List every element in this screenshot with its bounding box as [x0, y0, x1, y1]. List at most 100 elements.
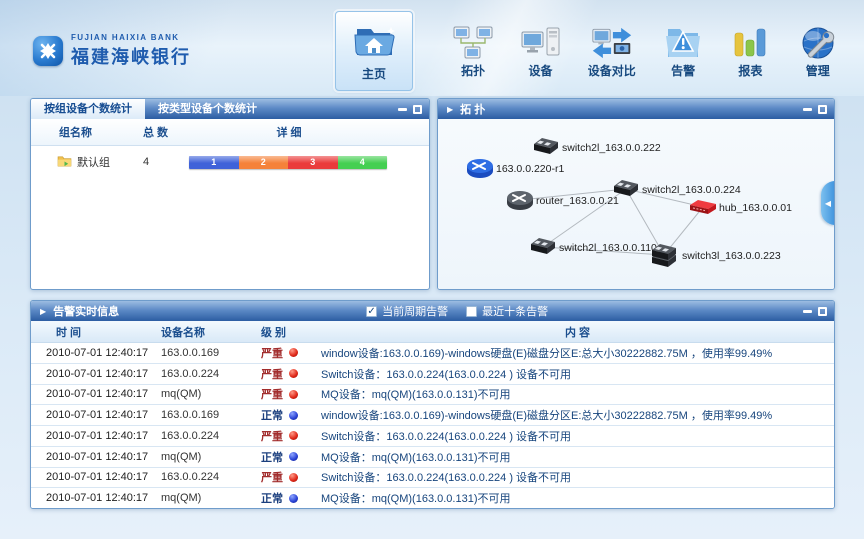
nav-item-report[interactable]: 报表 — [717, 14, 783, 92]
alarm-content: MQ设备：mq(QM)(163.0.0.131)不可用 — [321, 490, 834, 506]
topology-node-sw222[interactable]: switch2l_163.0.0.222 — [534, 138, 661, 154]
alarm-time: 2010-07-01 12:40:17 — [31, 430, 161, 442]
maximize-icon[interactable] — [818, 105, 827, 114]
alarm-device: mq(QM) — [161, 388, 261, 400]
column-time: 时 间 — [31, 324, 161, 340]
alarm-device: 163.0.0.224 — [161, 368, 261, 380]
nav-item-alarm[interactable]: 告警 — [650, 14, 716, 92]
column-total: 总 数 — [143, 124, 189, 140]
alarm-device: mq(QM) — [161, 451, 261, 463]
alarm-time: 2010-07-01 12:40:17 — [31, 409, 161, 421]
top-banner: FUJIAN HAIXIA BANK 福建海峡银行 主页 拓扑设备 设备对比告警报… — [0, 0, 864, 96]
alarm-level: 严重 — [261, 386, 321, 402]
alarm-device: 163.0.0.224 — [161, 471, 261, 483]
topology-node-sw224[interactable]: switch2l_163.0.0.224 — [614, 180, 741, 196]
topology-node-r220[interactable]: 163.0.0.220-r1 — [467, 159, 564, 178]
alarm-header: ▶ 告警实时信息 ✓ 当前周期告警 最近十条告警 — [31, 301, 834, 321]
alarm-device: 163.0.0.169 — [161, 409, 261, 421]
alarm-level: 正常 — [261, 407, 321, 423]
alarm-table-body: 2010-07-01 12:40:17163.0.0.169严重window设备… — [31, 343, 834, 508]
panel-collapse-handle[interactable]: ◀ — [821, 181, 835, 225]
group-table-header: 组名称 总 数 详 细 — [31, 119, 429, 146]
alarm-content: MQ设备：mq(QM)(163.0.0.131)不可用 — [321, 449, 834, 465]
alarm-level: 严重 — [261, 366, 321, 382]
alarm-level: 严重 — [261, 345, 321, 361]
nav-item-management[interactable]: 管理 — [785, 14, 851, 92]
alarm-row[interactable]: 2010-07-01 12:40:17163.0.0.169严重window设备… — [31, 343, 834, 364]
alarm-time: 2010-07-01 12:40:17 — [31, 471, 161, 483]
bar-segment: 4 — [338, 156, 388, 169]
svg-text:router_163.0.0.21: router_163.0.0.21 — [536, 195, 619, 207]
device-compare-icon — [591, 24, 633, 62]
topology-node-hub01[interactable]: hub_163.0.0.01 — [690, 200, 792, 214]
alarm-time: 2010-07-01 12:40:17 — [31, 388, 161, 400]
bar-segment: 2 — [239, 156, 289, 169]
panel-arrow-icon: ▶ — [447, 105, 453, 114]
alarm-folder-icon — [662, 24, 704, 62]
alarm-level: 严重 — [261, 428, 321, 444]
tab-type-stats[interactable]: 按类型设备个数统计 — [145, 99, 270, 119]
minimize-icon[interactable] — [803, 108, 812, 111]
group-stats-header: 按组设备个数统计 按类型设备个数统计 — [31, 99, 429, 119]
topology-canvas: switch2l_163.0.0.222 163.0.0.220-r1 router… — [438, 119, 834, 289]
svg-text:switch2l_163.0.0.110: switch2l_163.0.0.110 — [559, 242, 657, 254]
bank-brand: FUJIAN HAIXIA BANK 福建海峡银行 — [33, 33, 191, 69]
filter-current-cycle[interactable]: ✓ 当前周期告警 — [366, 303, 448, 319]
topology-header: ▶ 拓 扑 — [438, 99, 834, 119]
checkbox-last-ten[interactable] — [466, 306, 477, 317]
alarm-level: 正常 — [261, 449, 321, 465]
group-row[interactable]: 默认组41234 — [31, 146, 429, 178]
home-folder-icon — [351, 20, 397, 62]
maximize-icon[interactable] — [413, 105, 422, 114]
nav-item-devices[interactable]: 设备 — [507, 14, 573, 92]
alarm-row[interactable]: 2010-07-01 12:40:17mq(QM)严重MQ设备：mq(QM)(1… — [31, 385, 834, 406]
devices-icon — [520, 24, 562, 62]
alarm-row[interactable]: 2010-07-01 12:40:17mq(QM)正常MQ设备：mq(QM)(1… — [31, 447, 834, 468]
topology-node-sw223[interactable]: switch3l_163.0.0.223 — [652, 244, 781, 267]
nav-home-button[interactable]: 主页 — [335, 11, 413, 91]
filter-label: 最近十条告警 — [482, 303, 548, 319]
alarm-table-header: 时 间 设备名称 级 别 内 容 — [31, 321, 834, 343]
alarm-content: MQ设备：mq(QM)(163.0.0.131)不可用 — [321, 386, 834, 402]
minimize-icon[interactable] — [803, 310, 812, 313]
alarm-row[interactable]: 2010-07-01 12:40:17mq(QM)正常MQ设备：mq(QM)(1… — [31, 488, 834, 508]
panel-arrow-icon: ▶ — [40, 307, 46, 316]
status-sphere-icon — [289, 390, 298, 399]
checkbox-current-cycle[interactable]: ✓ — [366, 306, 377, 317]
nav-item-topology[interactable]: 拓扑 — [440, 14, 506, 92]
alarm-row[interactable]: 2010-07-01 12:40:17163.0.0.169正常window设备… — [31, 405, 834, 426]
alarm-title: 告警实时信息 — [53, 303, 119, 319]
alarm-level-text: 严重 — [261, 469, 283, 485]
nav-item-label: 设备 — [529, 62, 553, 79]
alarm-content: Switch设备：163.0.0.224(163.0.0.224 ) 设备不可用 — [321, 469, 834, 485]
alarm-device: 163.0.0.224 — [161, 430, 261, 442]
status-sphere-icon — [289, 431, 298, 440]
alarm-row[interactable]: 2010-07-01 12:40:17163.0.0.224严重 Switch设备… — [31, 468, 834, 489]
tab-group-stats[interactable]: 按组设备个数统计 — [31, 99, 145, 119]
alarm-time: 2010-07-01 12:40:17 — [31, 451, 161, 463]
alarm-content: window设备:163.0.0.169)-windows硬盘(E)磁盘分区E:… — [321, 407, 834, 423]
alarm-level-text: 严重 — [261, 366, 283, 382]
alarm-row[interactable]: 2010-07-01 12:40:17163.0.0.224严重Switch设备… — [31, 426, 834, 447]
group-folder-icon — [57, 155, 72, 170]
filter-label: 当前周期告警 — [382, 303, 448, 319]
nav-item-device-compare[interactable]: 设备对比 — [575, 14, 649, 92]
alarm-row[interactable]: 2010-07-01 12:40:17163.0.0.224严重Switch设备… — [31, 364, 834, 385]
column-device: 设备名称 — [161, 324, 261, 340]
topology-body: switch2l_163.0.0.222 163.0.0.220-r1 router… — [438, 119, 834, 289]
bank-logo-icon — [33, 36, 63, 66]
alarm-panel: ▶ 告警实时信息 ✓ 当前周期告警 最近十条告警 时 间 设备名称 级 别 内 … — [30, 300, 835, 509]
status-sphere-icon — [289, 369, 298, 378]
minimize-icon[interactable] — [398, 108, 407, 111]
column-detail: 详 细 — [189, 124, 389, 140]
topology-node-r21[interactable]: router_163.0.0.21 — [507, 191, 619, 210]
status-sphere-icon — [289, 494, 298, 503]
svg-text:switch2l_163.0.0.224: switch2l_163.0.0.224 — [642, 184, 741, 196]
nav-item-label: 报表 — [738, 62, 762, 79]
topology-node-sw110[interactable]: switch2l_163.0.0.110 — [531, 238, 657, 254]
alarm-time: 2010-07-01 12:40:17 — [31, 492, 161, 504]
svg-text:hub_163.0.0.01: hub_163.0.0.01 — [719, 202, 792, 214]
maximize-icon[interactable] — [818, 307, 827, 316]
filter-last-ten[interactable]: 最近十条告警 — [466, 303, 548, 319]
alarm-level-text: 正常 — [261, 490, 283, 506]
